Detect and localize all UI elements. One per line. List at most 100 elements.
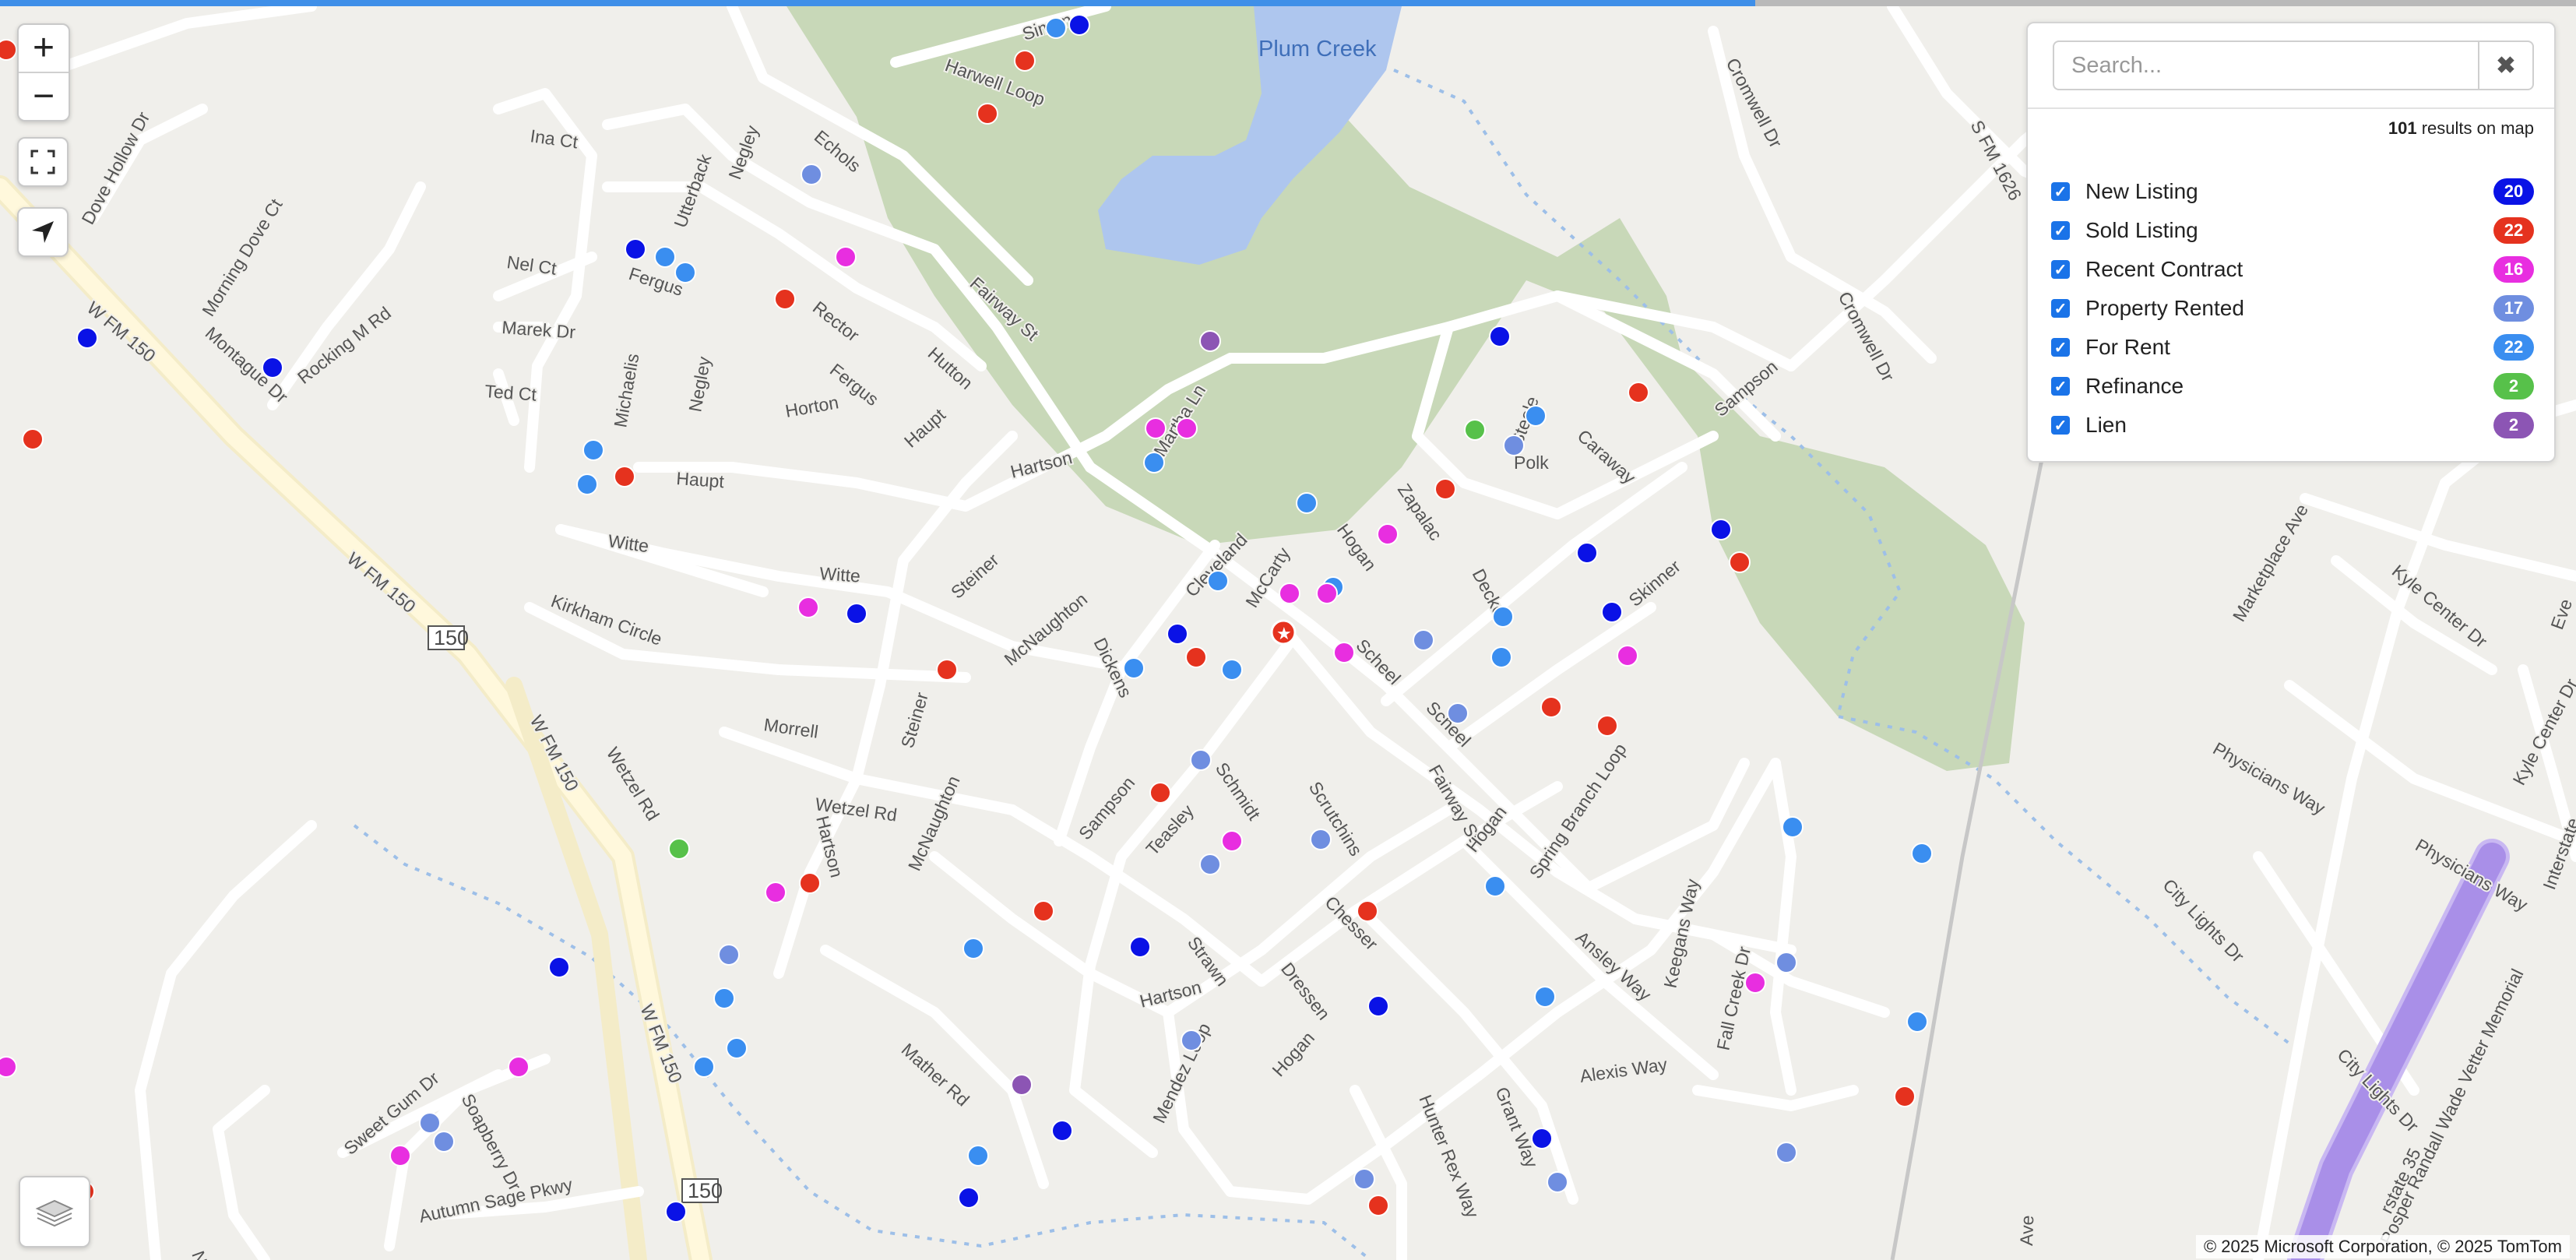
map-marker-rent[interactable] xyxy=(1906,1011,1928,1033)
map-marker-sold[interactable] xyxy=(1014,50,1036,72)
map-marker-contract[interactable] xyxy=(1279,582,1300,604)
map-marker-rented[interactable] xyxy=(1413,629,1434,651)
map-marker-rented[interactable] xyxy=(433,1131,455,1153)
map-marker-sold[interactable] xyxy=(1434,478,1456,500)
map-marker-new[interactable] xyxy=(1576,542,1598,564)
map-marker-sold[interactable] xyxy=(1185,646,1207,668)
map-marker-rent[interactable] xyxy=(713,987,735,1009)
map-marker-sold[interactable] xyxy=(1596,715,1618,737)
map-marker-rent[interactable] xyxy=(674,262,696,283)
map-marker-contract[interactable] xyxy=(1221,830,1243,852)
map-marker-contract[interactable] xyxy=(1145,417,1167,439)
map-marker-rented[interactable] xyxy=(1447,702,1469,724)
map-marker-sold[interactable] xyxy=(1033,900,1054,922)
map-marker-sold[interactable] xyxy=(1540,696,1562,718)
legend-row[interactable]: ✓ Sold Listing 22 xyxy=(2051,215,2534,246)
map-marker-sold[interactable] xyxy=(1628,382,1649,403)
map-marker-rent[interactable] xyxy=(1911,843,1933,864)
map-marker-sold[interactable] xyxy=(1367,1195,1389,1216)
map-marker-new[interactable] xyxy=(1167,623,1188,645)
map-marker-contract[interactable] xyxy=(797,597,819,618)
legend-row[interactable]: ✓ Refinance 2 xyxy=(2051,371,2534,402)
map-marker-rented[interactable] xyxy=(718,944,740,966)
map-marker-rent[interactable] xyxy=(1484,875,1506,897)
map-marker-rent[interactable] xyxy=(1534,986,1556,1008)
zoom-in-button[interactable]: + xyxy=(19,25,69,72)
map-marker-rented[interactable] xyxy=(1190,749,1212,771)
map-marker-sold[interactable] xyxy=(799,872,821,894)
map-marker-new[interactable] xyxy=(958,1187,980,1209)
legend-row[interactable]: ✓ New Listing 20 xyxy=(2051,176,2534,207)
map-marker-rented[interactable] xyxy=(1547,1171,1568,1193)
map-marker-rent[interactable] xyxy=(1782,816,1804,838)
layers-button[interactable] xyxy=(19,1176,90,1248)
map-marker-rented[interactable] xyxy=(419,1112,441,1134)
legend-checkbox[interactable]: ✓ xyxy=(2051,377,2070,396)
search-clear-button[interactable]: ✖ xyxy=(2478,40,2534,90)
map-marker-contract[interactable] xyxy=(1377,523,1399,545)
map-marker-rented[interactable] xyxy=(1353,1168,1375,1190)
map-marker-new[interactable] xyxy=(1531,1128,1553,1149)
map-marker-new[interactable] xyxy=(846,603,867,625)
legend-checkbox[interactable]: ✓ xyxy=(2051,221,2070,240)
map-marker-rent[interactable] xyxy=(1296,492,1318,514)
map-marker-new[interactable] xyxy=(1129,936,1151,958)
fullscreen-button[interactable] xyxy=(17,137,69,187)
map-marker-contract[interactable] xyxy=(1316,582,1338,604)
map-marker-contract[interactable] xyxy=(765,882,787,903)
map-marker-rent[interactable] xyxy=(1207,570,1229,592)
map-marker-contract[interactable] xyxy=(1744,972,1766,994)
map-marker-new[interactable] xyxy=(262,357,283,378)
map-marker-new[interactable] xyxy=(625,238,646,260)
map-marker-rent[interactable] xyxy=(1490,646,1512,668)
map-marker-rent[interactable] xyxy=(1492,606,1514,628)
map-marker-contract[interactable] xyxy=(1617,645,1638,667)
map-marker-sold[interactable] xyxy=(774,288,796,310)
legend-checkbox[interactable]: ✓ xyxy=(2051,299,2070,318)
map-marker-contract[interactable] xyxy=(1176,417,1198,439)
map-marker-rent[interactable] xyxy=(582,439,604,461)
legend-row[interactable]: ✓ Recent Contract 16 xyxy=(2051,254,2534,285)
map-marker-rent[interactable] xyxy=(1525,405,1547,427)
map-marker-contract[interactable] xyxy=(389,1145,411,1167)
map-marker-rented[interactable] xyxy=(1310,829,1332,850)
map-marker-sold[interactable] xyxy=(936,659,958,681)
map-marker-contract[interactable] xyxy=(508,1056,530,1078)
map-marker-rent[interactable] xyxy=(1123,657,1145,679)
map-marker-rented[interactable] xyxy=(1775,952,1797,973)
map-marker-rent[interactable] xyxy=(693,1056,715,1078)
legend-checkbox[interactable]: ✓ xyxy=(2051,182,2070,201)
map-marker-sold[interactable] xyxy=(977,103,998,125)
map-marker-sold[interactable] xyxy=(1894,1086,1916,1107)
zoom-out-button[interactable]: − xyxy=(19,73,69,120)
map-marker-rented[interactable] xyxy=(1775,1142,1797,1163)
locate-button[interactable] xyxy=(17,207,69,257)
map-marker-new[interactable] xyxy=(665,1201,687,1223)
map-marker-rented[interactable] xyxy=(1181,1029,1202,1051)
map-marker-rent[interactable] xyxy=(576,473,598,495)
map-marker-lien[interactable] xyxy=(1011,1074,1033,1096)
map-marker-contract[interactable] xyxy=(0,1056,17,1078)
map-marker-sold[interactable] xyxy=(1357,900,1378,922)
map-marker-sold[interactable] xyxy=(1729,551,1751,573)
map-marker-rented[interactable] xyxy=(801,164,822,185)
map-marker-new[interactable] xyxy=(548,956,570,978)
legend-row[interactable]: ✓ Lien 2 xyxy=(2051,410,2534,441)
search-input[interactable] xyxy=(2053,40,2479,90)
legend-checkbox[interactable]: ✓ xyxy=(2051,416,2070,435)
map-marker-rent[interactable] xyxy=(962,938,984,959)
map-marker-rent[interactable] xyxy=(654,246,676,268)
map-marker-refinance[interactable] xyxy=(668,838,690,860)
map-marker-new[interactable] xyxy=(1367,995,1389,1017)
map-marker-refinance[interactable] xyxy=(1464,419,1486,441)
map-marker-rent[interactable] xyxy=(726,1037,748,1059)
map-marker-contract[interactable] xyxy=(835,246,857,268)
map-marker-new[interactable] xyxy=(1068,14,1090,36)
map-marker-rented[interactable] xyxy=(1199,853,1221,875)
center-star-marker[interactable]: ★ xyxy=(1270,619,1297,646)
legend-row[interactable]: ✓ For Rent 22 xyxy=(2051,332,2534,363)
map-marker-sold[interactable] xyxy=(0,39,17,61)
map-marker-contract[interactable] xyxy=(1333,642,1355,663)
map-marker-rented[interactable] xyxy=(1503,435,1525,456)
map-marker-rent[interactable] xyxy=(1221,659,1243,681)
